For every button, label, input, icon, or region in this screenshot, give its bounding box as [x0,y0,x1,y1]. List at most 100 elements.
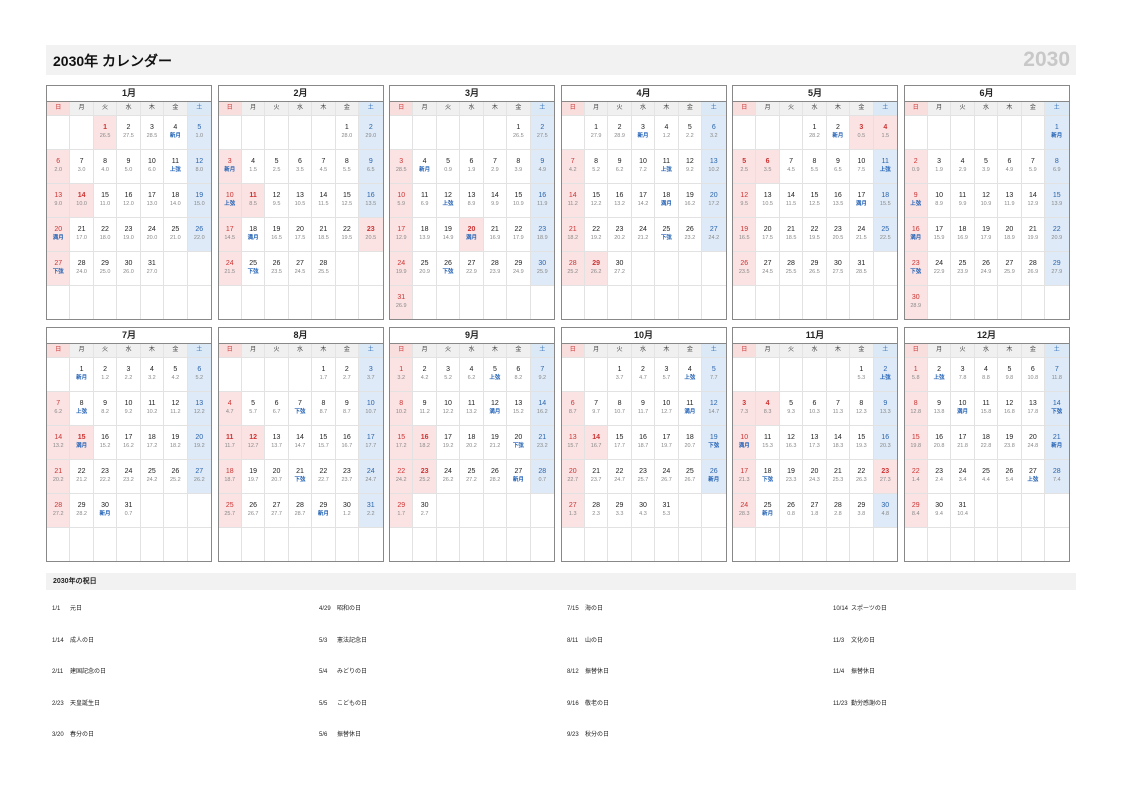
day-number: 19 [709,434,718,441]
moon-age: 13.0 [146,201,158,207]
day-cell: 24 23.2 [117,459,141,493]
moon-age: 2.2 [124,375,133,381]
day-cell: 18 満月 [241,217,266,251]
moon-phase-label: 下弦 [512,443,524,449]
empty-cell [631,285,656,319]
day-grid: 1 28.2 2 新月 3 0.5 4 1.5 5 2.5 6 3.5 7 4.5 8 5.5 9 6.5 10 7.… [733,115,897,319]
day-cell: 30 27.2 [608,251,632,285]
moon-age: 12.5 [341,201,353,207]
day-cell: 17 13.0 [140,183,165,217]
day-number: 11 [881,158,889,165]
moon-age: 22.0 [193,235,205,241]
day-cell: 27 25.9 [998,251,1022,285]
day-number: 16 [124,192,133,199]
weekday-header: 日月火水木金土 [904,102,1069,115]
moon-phase-label: 上弦 [879,375,891,381]
day-number: 27 [296,260,304,267]
moon-age: 12.3 [855,409,867,415]
day-number: 10 [124,400,133,407]
empty-cell [631,251,656,285]
day-number: 6 [1030,366,1035,373]
empty-cell [47,527,71,561]
weekday-label: 火 [93,344,118,357]
moon-age: 25.0 [99,269,111,275]
day-cell: 15 12.5 [335,183,360,217]
day-cell: 30 25.9 [530,251,554,285]
moon-age: 25.3 [832,477,844,483]
moon-age: 25.9 [536,269,548,275]
day-number: 2 [368,124,373,131]
moon-age: 27.2 [614,269,625,275]
day-cell: 13 9.0 [47,183,71,217]
day-number: 2 [641,366,645,373]
weekday-label: 水 [288,102,313,115]
day-cell: 10 12.7 [655,391,679,425]
day-number: 21 [1052,434,1061,441]
day-number: 4 [960,158,965,165]
day-cell: 16 13.5 [359,183,383,217]
moon-phase-label: 新月 [99,511,111,517]
empty-cell [288,527,313,561]
moon-age: 14.5 [224,235,236,241]
day-cell: 24 22.9 [927,251,952,285]
moon-age: 26.9 [395,303,407,309]
moon-phase-label: 下弦 [660,235,672,241]
empty-cell [218,357,242,391]
day-number: 17 [958,434,967,441]
day-cell: 27 26.2 [187,459,211,493]
moon-phase-label: 新月 [169,133,181,139]
day-number: 5 [742,158,747,165]
moon-age: 16.2 [123,443,134,449]
empty-cell [507,285,531,319]
empty-cell [530,527,554,561]
moon-age: 23.5 [271,269,282,275]
month-title: 3月 [390,86,554,102]
moon-age: 21.2 [76,477,87,483]
day-cell: 18 14.0 [164,183,188,217]
day-cell: 9 11.2 [413,391,437,425]
moon-age: 26.2 [590,269,602,275]
day-cell: 23 25.2 [413,459,437,493]
day-number: 13 [54,192,63,199]
weekday-label: 月 [756,344,780,357]
month-block: 4月日月火水木金土 1 27.9 2 28.9 3 新月 4 1.2 5 2.2 6 3.2 7 4.2 8 5… [560,85,727,320]
day-cell: 12 16.3 [779,425,804,459]
moon-phase-label: 満月 [465,235,477,241]
day-cell: 25 4.4 [974,459,999,493]
day-cell: 18 20.7 [678,425,703,459]
month-title: 11月 [733,328,897,344]
day-cell: 27 24.5 [288,251,313,285]
day-number: 29 [1052,260,1061,267]
moon-phase-label: 上弦 [684,375,696,381]
empty-cell [312,285,336,319]
day-cell: 5 5.7 [241,391,266,425]
page-header: 2030年 カレンダー 2030 [46,45,1076,75]
day-number: 28 [491,260,499,267]
holiday-item: 4/29 昭和の日 [319,603,361,612]
day-number: 12 [982,192,990,199]
day-cell: 4 1.2 [655,115,679,149]
holiday-name: スポーツの日 [851,606,887,612]
empty-cell [436,527,461,561]
day-cell: 5 2.2 [678,115,703,149]
day-cell: 6 1.9 [460,149,484,183]
moon-age: 18.0 [99,235,111,241]
holiday-item: 11/3 文化の日 [833,635,875,644]
day-cell: 4 4.7 [218,391,242,425]
day-number: 9 [422,400,427,407]
day-number: 19 [1005,434,1014,441]
moon-age: 3.2 [397,375,406,381]
moon-phase-label: 新月 [832,133,844,139]
moon-age: 8.9 [467,201,476,207]
weekday-label: 日 [390,344,414,357]
day-number: 7 [789,158,794,165]
day-number: 31 [148,260,156,267]
moon-age: 18.2 [169,443,181,449]
day-number: 6 [469,158,474,165]
day-cell: 26 22.0 [187,217,211,251]
day-number: 5 [984,158,988,165]
empty-cell [140,493,165,527]
empty-cell [413,527,437,561]
day-number: 19 [787,468,795,475]
day-cell: 25 下弦 [655,217,679,251]
